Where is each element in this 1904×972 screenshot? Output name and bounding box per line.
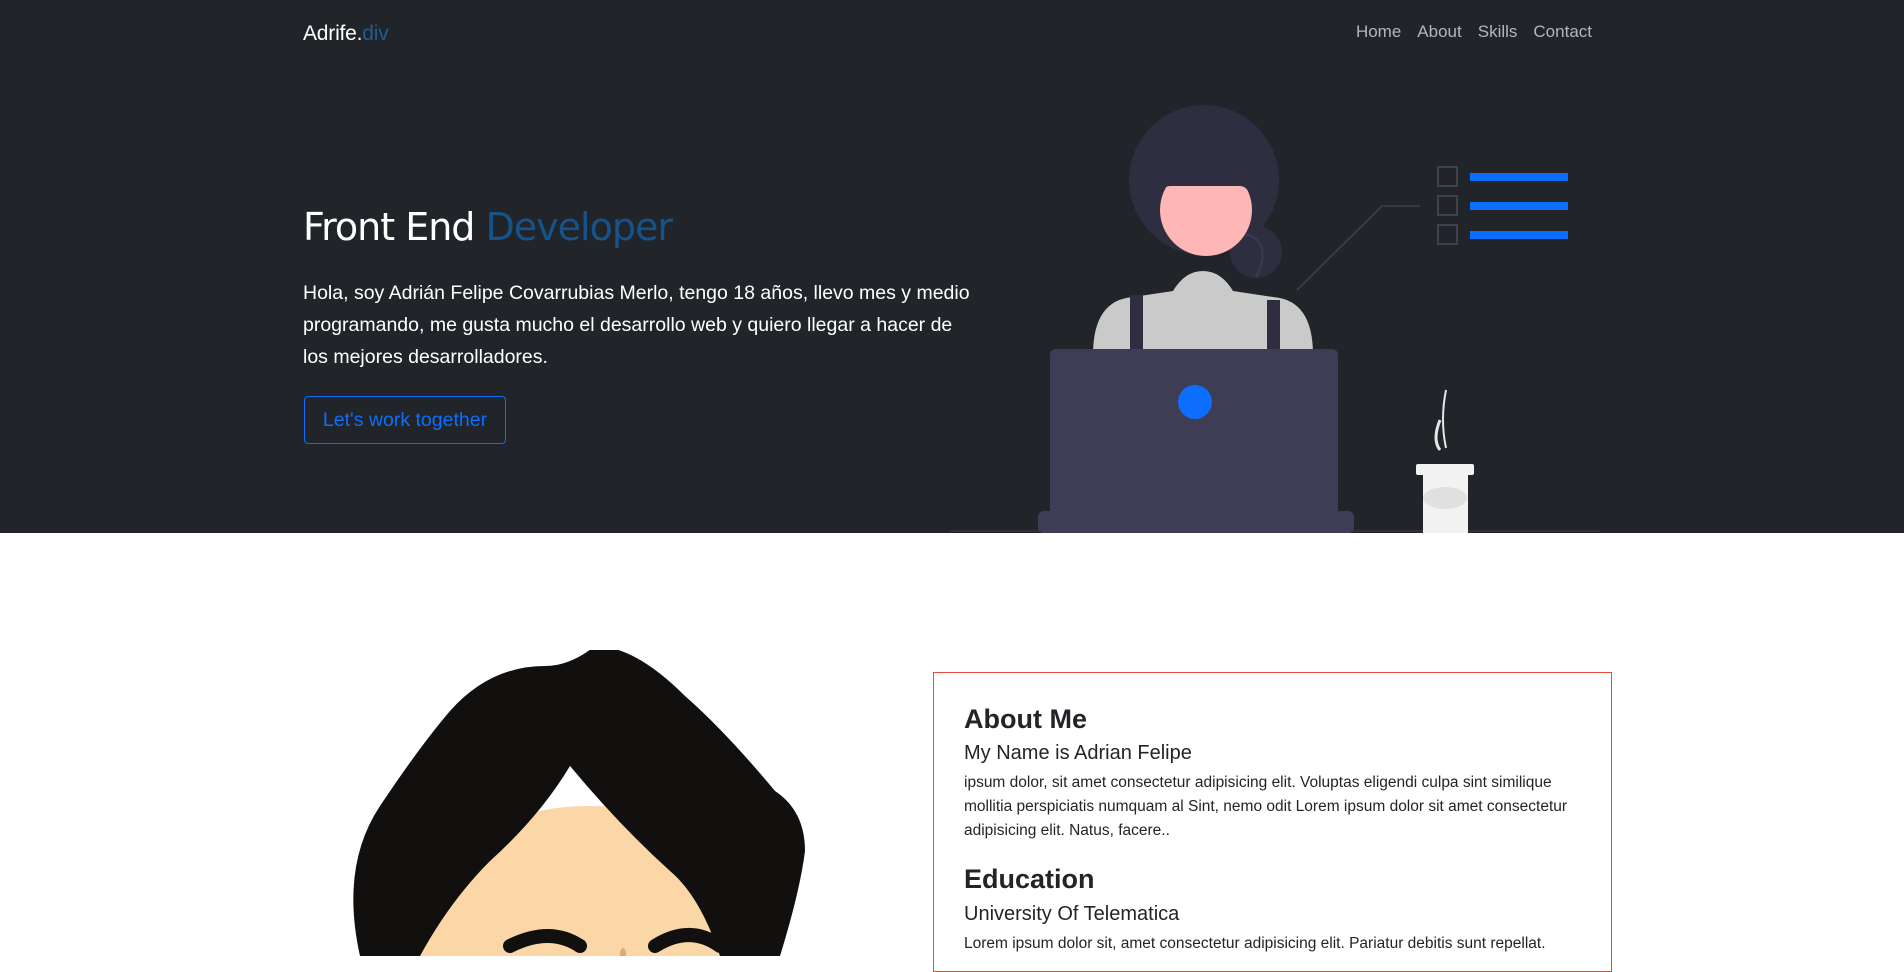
nav-links: Home About Skills Contact — [1356, 22, 1592, 42]
work-together-button[interactable]: Let's work together — [304, 396, 506, 444]
education-heading: Education — [964, 864, 1095, 895]
navbar: Adrife.div Home About Skills Contact — [0, 0, 1904, 64]
brand-suffix: div — [362, 22, 389, 45]
cartoon-avatar-illustration — [353, 650, 805, 956]
education-school: University Of Telematica — [964, 902, 1180, 925]
nav-link-contact[interactable]: Contact — [1533, 22, 1592, 42]
hero-section: Adrife.div Home About Skills Contact Fro… — [0, 0, 1904, 533]
nav-link-about[interactable]: About — [1417, 22, 1461, 42]
brand-name: Adrife. — [303, 22, 363, 45]
woman-at-laptop-illustration — [950, 105, 1600, 533]
hero-title-accent: Developer — [485, 205, 673, 249]
about-bio: ipsum dolor, sit amet consectetur adipis… — [964, 774, 1568, 840]
hero-description: Hola, soy Adrián Felipe Covarrubias Merl… — [303, 282, 970, 368]
about-name: My Name is Adrian Felipe — [964, 742, 1192, 765]
hero-title: Front End Developer — [303, 205, 673, 249]
nav-link-home[interactable]: Home — [1356, 22, 1401, 42]
about-heading: About Me — [964, 704, 1087, 734]
hero-title-main: Front End — [303, 205, 475, 249]
education-text: Lorem ipsum dolor sit, amet consectetur … — [964, 934, 1546, 952]
nav-link-skills[interactable]: Skills — [1478, 22, 1518, 42]
about-card: About Me My Name is Adrian Felipe ipsum … — [933, 672, 1612, 972]
brand-logo[interactable]: Adrife.div — [303, 22, 389, 46]
